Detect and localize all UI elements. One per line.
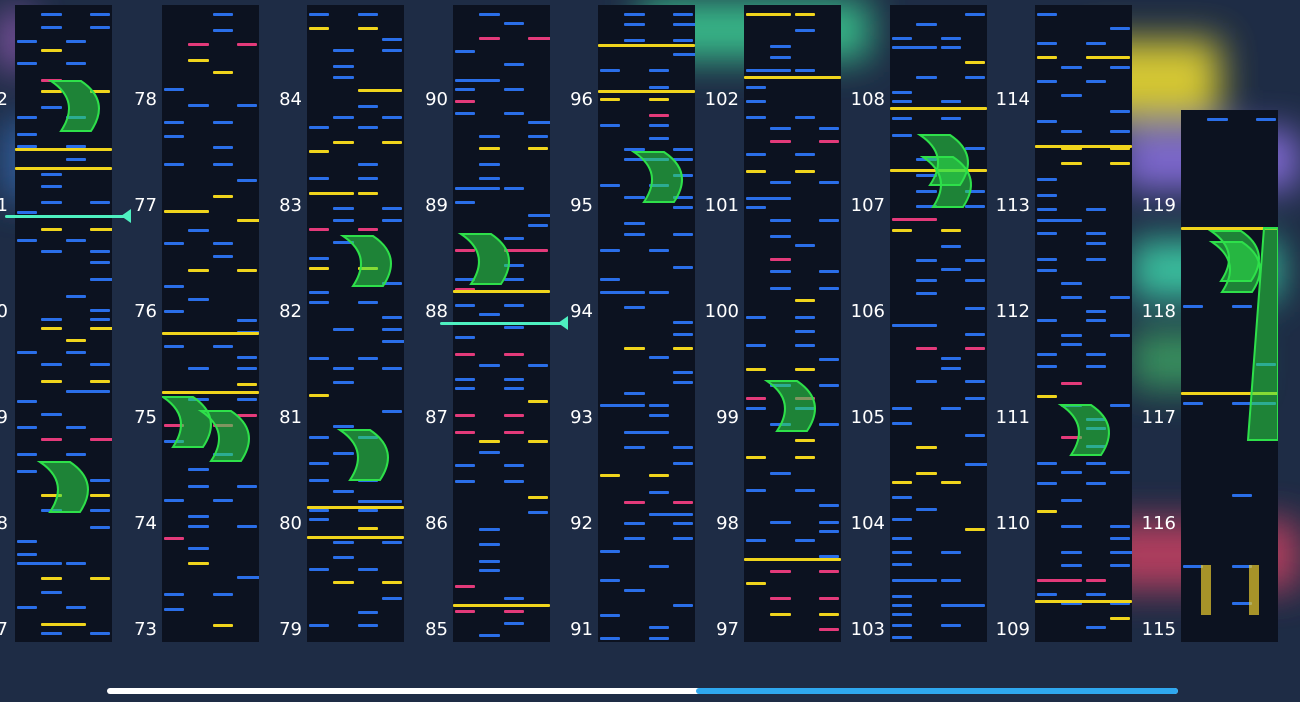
measure-number: 103 <box>850 619 885 640</box>
measure-number: 77 <box>134 195 157 216</box>
slide-note <box>763 380 816 432</box>
chart-column <box>744 5 841 642</box>
measure-number: 102 <box>704 89 739 110</box>
playback-cursor[interactable] <box>440 322 562 325</box>
measure-number: 114 <box>995 89 1030 110</box>
playback-progress-bar[interactable] <box>107 688 1178 694</box>
measure-number: 75 <box>134 407 157 428</box>
measure-number: 87 <box>425 407 448 428</box>
slide-layer <box>1057 404 1110 456</box>
measure-number: 90 <box>425 89 448 110</box>
chart-column <box>1181 110 1278 642</box>
measure-number: 88 <box>425 301 448 322</box>
measure-number: 1 <box>0 195 8 216</box>
measure-number: 81 <box>279 407 302 428</box>
measure-number: 91 <box>570 619 593 640</box>
playback-cursor[interactable] <box>5 215 125 218</box>
slide-note <box>457 233 510 285</box>
slide-layer <box>1201 227 1278 615</box>
measure-number: 113 <box>995 195 1030 216</box>
measure-number: 80 <box>279 513 302 534</box>
measure-number: 110 <box>995 513 1030 534</box>
measure-number: 2 <box>0 89 8 110</box>
slide-note <box>1057 404 1110 456</box>
slide-note <box>1207 230 1260 282</box>
slide-note <box>630 151 683 203</box>
measure-number: 119 <box>1141 195 1176 216</box>
measure-number: 7 <box>0 619 8 640</box>
measure-number: 111 <box>995 407 1030 428</box>
cursor-arrow-icon <box>558 316 568 330</box>
chart-column <box>1035 5 1132 642</box>
measure-number: 115 <box>1141 619 1176 640</box>
slide-layer <box>916 134 972 208</box>
chart-column <box>598 5 695 642</box>
measure-number: 112 <box>995 301 1030 322</box>
measure-number: 95 <box>570 195 593 216</box>
measure-number: 105 <box>850 407 885 428</box>
measure-number: 85 <box>425 619 448 640</box>
measure-number: 74 <box>134 513 157 534</box>
slide-layer <box>336 235 392 481</box>
slide-layer <box>763 380 816 432</box>
chart-column <box>307 5 404 642</box>
measure-number: 109 <box>995 619 1030 640</box>
measure-number: 82 <box>279 301 302 322</box>
measure-number: 8 <box>0 513 8 534</box>
measure-number: 0 <box>0 301 8 322</box>
slide-layer <box>162 396 250 462</box>
measure-number: 73 <box>134 619 157 640</box>
slide-note <box>36 461 89 513</box>
measure-number: 76 <box>134 301 157 322</box>
measure-number: 107 <box>850 195 885 216</box>
slide-layer <box>36 80 100 513</box>
measure-number: 99 <box>716 407 739 428</box>
measure-number: 94 <box>570 301 593 322</box>
measure-number: 78 <box>134 89 157 110</box>
slide-layer <box>630 151 683 203</box>
chart-column <box>890 5 987 642</box>
measure-number: 84 <box>279 89 302 110</box>
measure-number: 101 <box>704 195 739 216</box>
measure-number: 79 <box>279 619 302 640</box>
measure-number: 106 <box>850 301 885 322</box>
measure-number: 118 <box>1141 301 1176 322</box>
slide-note <box>47 80 100 132</box>
measure-number: 92 <box>570 513 593 534</box>
measure-number: 98 <box>716 513 739 534</box>
slide-note <box>339 235 392 287</box>
measure-number: 104 <box>850 513 885 534</box>
measure-number: 97 <box>716 619 739 640</box>
chart-column <box>162 5 259 642</box>
slide-note <box>162 396 212 448</box>
cursor-arrow-icon <box>121 209 131 223</box>
measure-number: 89 <box>425 195 448 216</box>
hold-note <box>1201 565 1211 615</box>
hold-note <box>1249 565 1259 615</box>
slide-note <box>336 429 389 481</box>
measure-number: 108 <box>850 89 885 110</box>
measure-number: 83 <box>279 195 302 216</box>
chart-column <box>15 5 112 642</box>
measure-number: 116 <box>1141 513 1176 534</box>
chart-preview: 2 1 0 9 8 7 78 77 76 75 74 73 84 83 82 81 80 79 90 89 88 87 86… <box>0 0 1300 702</box>
measure-number: 96 <box>570 89 593 110</box>
measure-number: 93 <box>570 407 593 428</box>
measure-number: 9 <box>0 407 8 428</box>
progress-remaining <box>696 688 1178 694</box>
measure-number: 86 <box>425 513 448 534</box>
measure-number: 100 <box>704 301 739 322</box>
measure-number: 117 <box>1141 407 1176 428</box>
